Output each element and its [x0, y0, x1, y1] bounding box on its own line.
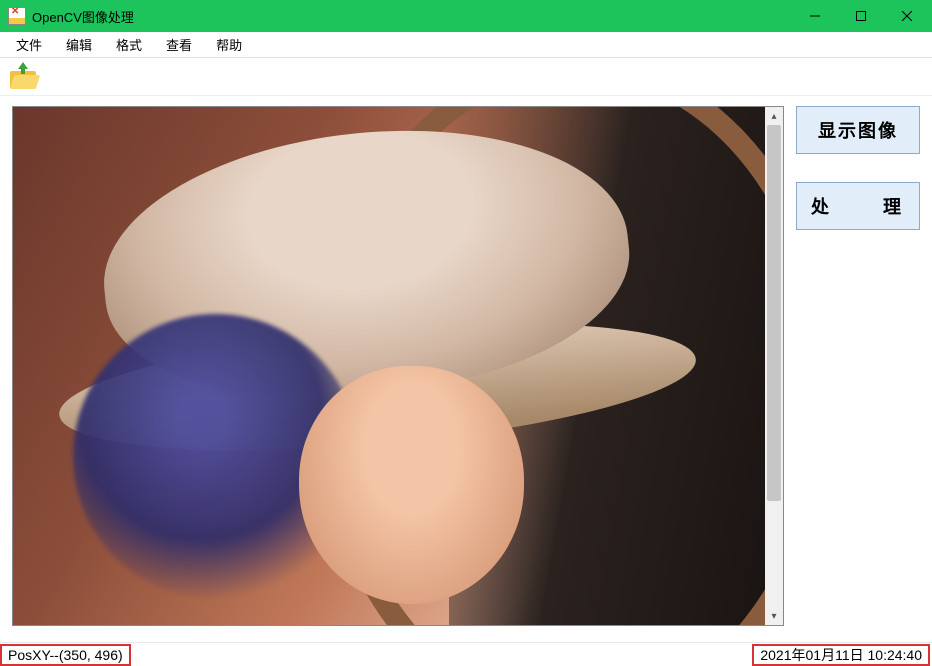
menu-file[interactable]: 文件 — [6, 32, 52, 57]
minimize-button[interactable] — [792, 0, 838, 32]
window-title: OpenCV图像处理 — [32, 7, 134, 26]
scroll-track[interactable] — [765, 125, 783, 607]
scroll-thumb[interactable] — [767, 125, 781, 501]
right-panel: 显示图像 处 理 — [788, 96, 932, 642]
menu-view[interactable]: 查看 — [156, 32, 202, 57]
open-file-icon[interactable] — [10, 65, 38, 89]
scroll-up-arrow-icon[interactable]: ▴ — [765, 107, 783, 125]
vertical-scrollbar[interactable]: ▴ ▾ — [765, 107, 783, 625]
menu-bar: 文件 编辑 格式 查看 帮助 — [0, 32, 932, 58]
maximize-button[interactable] — [838, 0, 884, 32]
scroll-down-arrow-icon[interactable]: ▾ — [765, 607, 783, 625]
app-icon — [8, 7, 26, 25]
title-bar: OpenCV图像处理 — [0, 0, 932, 32]
menu-edit[interactable]: 编辑 — [56, 32, 102, 57]
status-datetime: 2021年01月11日 10:24:40 — [752, 644, 930, 666]
main-area: ▴ ▾ 显示图像 处 理 — [0, 96, 932, 642]
show-image-button[interactable]: 显示图像 — [796, 106, 920, 154]
status-bar: PosXY--(350, 496) 2021年01月11日 10:24:40 — [0, 642, 932, 666]
close-button[interactable] — [884, 0, 930, 32]
menu-help[interactable]: 帮助 — [206, 32, 252, 57]
toolbar — [0, 58, 932, 96]
process-button[interactable]: 处 理 — [796, 182, 920, 230]
image-canvas[interactable] — [13, 107, 765, 625]
menu-format[interactable]: 格式 — [106, 32, 152, 57]
status-position: PosXY--(350, 496) — [0, 644, 131, 666]
image-frame: ▴ ▾ — [12, 106, 784, 626]
